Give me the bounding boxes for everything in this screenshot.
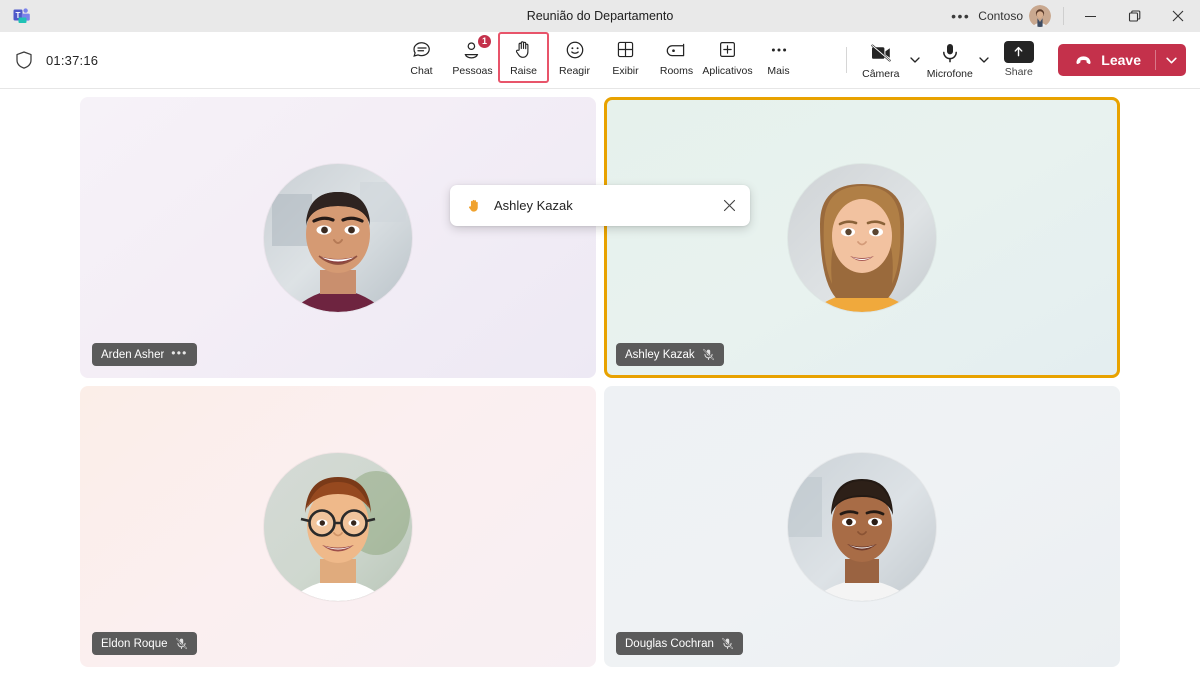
teams-meeting-window: T Reunião do Departamento ••• Contoso 01… <box>0 0 1200 675</box>
titlebar-divider <box>1063 7 1064 25</box>
leave-options-chevron-down-icon[interactable] <box>1156 44 1186 76</box>
mic-off-icon <box>721 637 734 650</box>
participant-more-options-icon[interactable]: ••• <box>171 347 187 362</box>
raised-hand-emoji-icon <box>466 197 483 214</box>
chat-icon <box>410 38 434 62</box>
participant-name: Douglas Cochran <box>625 637 714 650</box>
camera-off-icon <box>869 41 893 65</box>
view-grid-icon <box>614 38 638 62</box>
meeting-timer: 01:37:16 <box>46 52 99 68</box>
rooms-button[interactable]: Rooms <box>651 32 702 83</box>
react-button[interactable]: Reagir <box>549 32 600 83</box>
leave-label: Leave <box>1101 52 1141 68</box>
people-button[interactable]: 1 Pessoas <box>447 32 498 83</box>
microphone-control: Microfone <box>924 35 993 86</box>
arden-asher-avatar <box>264 163 412 312</box>
share-label: Share <box>1004 65 1033 78</box>
org-name-label: Contoso <box>978 9 1023 23</box>
titlebar-overflow-button[interactable]: ••• <box>943 9 978 23</box>
more-label: Mais <box>767 64 790 77</box>
hangup-phone-icon <box>1074 51 1093 70</box>
mic-off-icon <box>175 637 188 650</box>
share-button[interactable]: Share <box>993 35 1044 86</box>
share-up-arrow-icon <box>1003 40 1034 63</box>
participant-name-badge[interactable]: Eldon Roque <box>92 632 197 655</box>
video-stage: Arden Asher ••• Ashley Kazak Eldon Roque… <box>0 89 1200 675</box>
participant-name-badge[interactable]: Ashley Kazak <box>616 343 724 366</box>
mic-off-icon <box>702 348 715 361</box>
participant-tile[interactable]: Arden Asher ••• <box>80 97 596 378</box>
view-label: Exibir <box>612 64 639 77</box>
microphone-options-chevron-down-icon[interactable] <box>975 35 993 86</box>
meeting-toolbar: 01:37:16 Chat 1 Pessoas Raise Reagir Exi… <box>0 31 1200 89</box>
more-button[interactable]: Mais <box>753 32 804 83</box>
apps-button[interactable]: Aplicativos <box>702 32 753 83</box>
teams-logo-icon: T <box>6 0 38 32</box>
rooms-label: Rooms <box>659 64 694 77</box>
raise-hand-icon <box>512 38 536 62</box>
participant-name: Arden Asher <box>101 348 165 361</box>
chat-button[interactable]: Chat <box>396 32 447 83</box>
ashley-kazak-avatar <box>788 163 936 312</box>
camera-options-chevron-down-icon[interactable] <box>906 35 924 86</box>
notification-participant-name: Ashley Kazak <box>494 198 573 213</box>
raise-hand-button[interactable]: Raise <box>498 31 549 83</box>
participant-tile[interactable]: Douglas Cochran <box>604 386 1120 667</box>
camera-control: Câmera <box>855 35 924 86</box>
toolbar-divider <box>846 47 848 73</box>
view-button[interactable]: Exibir <box>600 32 651 83</box>
eldon-roque-avatar <box>264 452 412 601</box>
close-icon[interactable] <box>714 191 744 221</box>
emoji-icon <box>563 38 587 62</box>
participant-name: Eldon Roque <box>101 637 168 650</box>
participant-tile-active[interactable]: Ashley Kazak <box>604 97 1120 378</box>
microphone-toggle-button[interactable]: Microfone <box>924 35 975 86</box>
raised-hand-notification[interactable]: Ashley Kazak <box>450 185 750 226</box>
raise-hand-label: Raise <box>510 64 537 77</box>
participant-tile[interactable]: Eldon Roque <box>80 386 596 667</box>
more-dots-icon <box>767 38 791 62</box>
close-button[interactable] <box>1156 0 1200 32</box>
account-avatar[interactable] <box>1029 5 1051 27</box>
participant-grid: Arden Asher ••• Ashley Kazak Eldon Roque… <box>80 97 1120 667</box>
douglas-cochran-avatar <box>788 452 936 601</box>
participant-name: Ashley Kazak <box>625 348 695 361</box>
people-label: Pessoas <box>452 64 493 77</box>
camera-label: Câmera <box>862 67 900 80</box>
people-count-badge: 1 <box>477 33 492 49</box>
microphone-label: Microfone <box>926 67 973 80</box>
apps-plus-icon <box>716 38 740 62</box>
leave-button[interactable]: Leave <box>1058 44 1186 76</box>
rooms-icon <box>665 38 689 62</box>
toolbar-actions: Chat 1 Pessoas Raise Reagir Exibir Rooms… <box>396 31 804 89</box>
participant-name-badge[interactable]: Douglas Cochran <box>616 632 743 655</box>
camera-toggle-button[interactable]: Câmera <box>855 35 906 86</box>
title-bar: T Reunião do Departamento ••• Contoso <box>0 0 1200 32</box>
chat-label: Chat <box>410 64 433 77</box>
shield-icon <box>14 50 34 70</box>
leave-main-action[interactable]: Leave <box>1058 44 1155 76</box>
microphone-icon <box>938 41 962 65</box>
apps-label: Aplicativos <box>702 64 753 77</box>
minimize-button[interactable] <box>1068 0 1112 32</box>
participant-name-badge[interactable]: Arden Asher ••• <box>92 343 197 366</box>
maximize-button[interactable] <box>1112 0 1156 32</box>
react-label: Reagir <box>559 64 590 77</box>
